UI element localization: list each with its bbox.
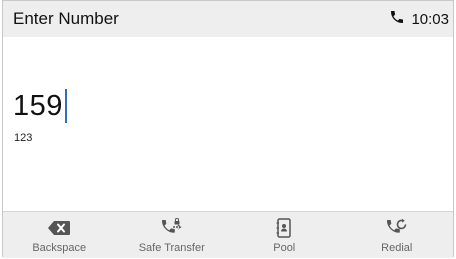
pool-button[interactable]: Pool — [228, 212, 341, 258]
backspace-button[interactable]: Backspace — [3, 212, 116, 258]
number-entry-area[interactable]: 159 123 — [3, 37, 453, 211]
backspace-icon — [45, 218, 73, 238]
safe-transfer-button[interactable]: Safe Transfer — [116, 212, 229, 258]
page-title: Enter Number — [13, 9, 119, 28]
softkey-bar: Backspace Safe Transfer Pool Redial — [3, 211, 453, 258]
status-area: 10:03 — [389, 9, 449, 30]
redial-icon — [383, 218, 411, 238]
dialed-number: 159 — [13, 90, 63, 122]
phone-handset-icon — [389, 9, 405, 30]
pool-label: Pool — [273, 242, 296, 254]
redial-button[interactable]: Redial — [341, 212, 454, 258]
directory-icon — [270, 218, 298, 238]
redial-label: Redial — [381, 242, 413, 254]
text-cursor — [64, 89, 67, 123]
title-bar: Enter Number 10:03 — [3, 1, 453, 37]
safe-transfer-icon — [158, 218, 186, 238]
number-input[interactable]: 159 — [13, 89, 67, 123]
input-mode-indicator: 123 — [14, 132, 33, 144]
safe-transfer-label: Safe Transfer — [138, 242, 205, 254]
clock-time: 10:03 — [411, 10, 449, 28]
backspace-label: Backspace — [32, 242, 87, 254]
phone-screen: Enter Number 10:03 159 123 Backspace Saf… — [2, 0, 454, 258]
